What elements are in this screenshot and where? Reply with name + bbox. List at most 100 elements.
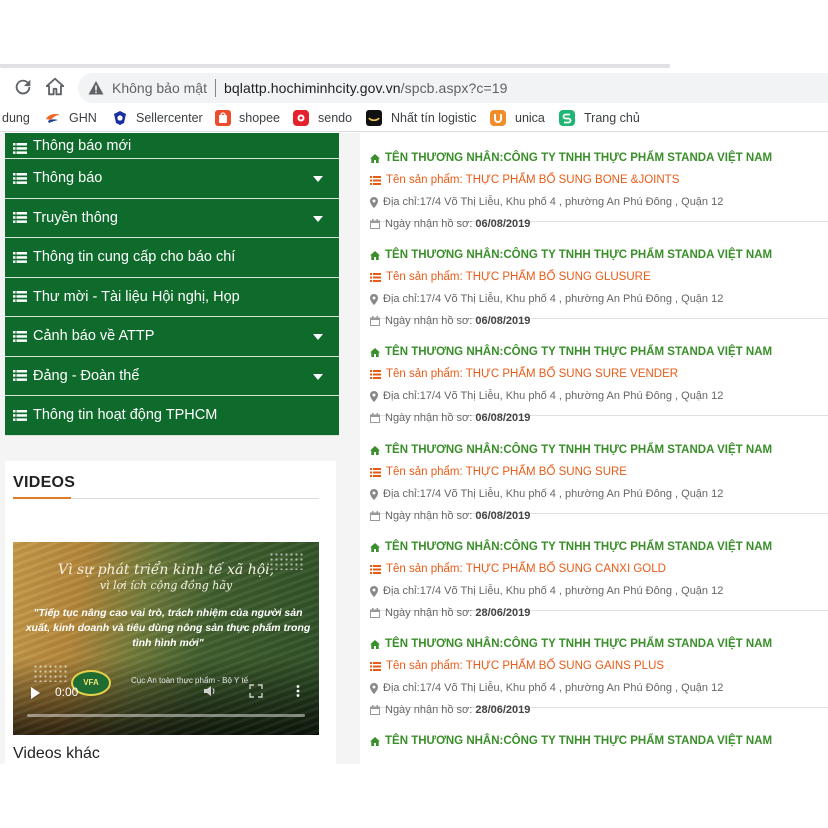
bookmark-dung[interactable]: dung xyxy=(2,111,30,125)
bookmark-sellercenter[interactable]: Sellercenter xyxy=(136,111,203,125)
video-script-line1: Vì sự phát triển kinh tế xã hội, xyxy=(57,562,275,578)
map-marker-icon xyxy=(370,682,378,694)
bookmark-sendo[interactable]: sendo xyxy=(318,111,352,125)
address-prefix: Địa chỉ: xyxy=(383,390,420,402)
merchant-prefix: TÊN THƯƠNG NHÂN: xyxy=(385,152,504,164)
videos-panel: VIDEOS Vì sự phát triển kinh tế xã hội, … xyxy=(5,461,336,764)
product-entry[interactable]: TÊN THƯƠNG NHÂN: CÔNG TY TNHH THỰC PHẨM … xyxy=(370,708,828,764)
menu-item-canh-bao-attp[interactable]: Cảnh báo về ATTP xyxy=(5,317,339,357)
home-s-icon xyxy=(559,110,575,126)
product-name-line[interactable]: Tên sản phẩm: THỰC PHẨM BỔ SUNG BONE &JO… xyxy=(370,174,679,186)
merchant-line[interactable]: TÊN THƯƠNG NHÂN: CÔNG TY TNHH THỰC PHẨM … xyxy=(370,152,772,164)
list-icon xyxy=(13,330,27,342)
page-content: Thông báo mới Thông báo Truyền thông Thô… xyxy=(0,133,828,764)
bookmark-shopee[interactable]: shopee xyxy=(239,111,280,125)
warning-icon[interactable] xyxy=(88,80,104,96)
caret-down-icon[interactable] xyxy=(313,334,323,340)
merchant-prefix: TÊN THƯƠNG NHÂN: xyxy=(385,444,504,456)
menu-item-label: Truyền thông xyxy=(33,209,118,226)
column-gutter xyxy=(348,133,360,764)
fullscreen-icon[interactable] xyxy=(249,684,263,698)
merchant-prefix: TÊN THƯƠNG NHÂN: xyxy=(385,346,504,358)
menu-item-thong-tin-bao-chi[interactable]: Thông tin cung cấp cho báo chí xyxy=(5,238,339,278)
list-icon xyxy=(370,369,381,379)
product-name-prefix: Tên sản phẩm: xyxy=(386,466,463,478)
product-name-line[interactable]: Tên sản phẩm: THỰC PHẨM BỔ SUNG GAINS PL… xyxy=(370,660,664,672)
product-name-prefix: Tên sản phẩm: xyxy=(386,368,463,380)
address-prefix: Địa chỉ: xyxy=(383,293,420,305)
address-value: 17/4 Võ Thị Liễu, Khu phố 4 , phường An … xyxy=(419,196,724,208)
list-icon xyxy=(370,175,381,185)
shopee-icon xyxy=(215,110,231,126)
play-icon[interactable] xyxy=(31,687,40,699)
sellercenter-icon xyxy=(112,110,128,126)
address-line: Địa chỉ: 17/4 Võ Thị Liễu, Khu phố 4 , p… xyxy=(370,488,723,500)
security-label[interactable]: Không bảo mật xyxy=(112,80,207,96)
caret-down-icon[interactable] xyxy=(313,176,323,182)
product-entry[interactable]: TÊN THƯƠNG NHÂN: CÔNG TY TNHH THỰC PHẨM … xyxy=(370,417,828,522)
map-marker-icon xyxy=(370,585,378,597)
map-marker-icon xyxy=(370,293,378,305)
bookmark-unica[interactable]: unica xyxy=(515,111,545,125)
bookmarks-bar: dung GHN Sellercenter shopee sendo Nhất … xyxy=(0,106,828,132)
video-credit: Cục An toàn thực phẩm - Bộ Y tế xyxy=(131,676,249,685)
merchant-prefix: TÊN THƯƠNG NHÂN: xyxy=(385,735,504,747)
product-name-line[interactable]: Tên sản phẩm: THỰC PHẨM BỔ SUNG SURE VEN… xyxy=(370,368,678,380)
menu-item-thong-tin-hoat-dong[interactable]: Thông tin hoạt động TPHCM xyxy=(5,396,339,436)
product-entry[interactable]: TÊN THƯƠNG NHÂN: CÔNG TY TNHH THỰC PHẨM … xyxy=(370,222,828,327)
tab-strip xyxy=(0,0,828,70)
more-options-icon[interactable] xyxy=(291,684,305,698)
product-name-line[interactable]: Tên sản phẩm: THỰC PHẨM BỔ SUNG CANXI GO… xyxy=(370,563,666,575)
list-icon xyxy=(13,409,27,421)
merchant-line[interactable]: TÊN THƯƠNG NHÂN: CÔNG TY TNHH THỰC PHẨM … xyxy=(370,249,772,261)
bookmark-nhattin[interactable]: Nhất tín logistic xyxy=(391,111,476,125)
address-prefix: Địa chỉ: xyxy=(383,488,420,500)
video-progress-bar[interactable] xyxy=(27,714,305,717)
list-icon xyxy=(13,212,27,224)
product-name-line[interactable]: Tên sản phẩm: THỰC PHẨM BỔ SUNG GLUSURE xyxy=(370,271,651,283)
product-entry[interactable]: TÊN THƯƠNG NHÂN: CÔNG TY TNHH THỰC PHẨM … xyxy=(370,514,828,619)
address-prefix: Địa chỉ: xyxy=(383,585,420,597)
address-prefix: Địa chỉ: xyxy=(383,196,420,208)
tab-strip-edge xyxy=(0,64,670,68)
video-script-line2: vì lợi ích cộng đồng hãy xyxy=(99,579,233,592)
menu-item-thong-bao[interactable]: Thông báo xyxy=(5,159,339,199)
url-text[interactable]: bqlattp.hochiminhcity.gov.vn/spcb.aspx?c… xyxy=(224,80,508,96)
merchant-line[interactable]: TÊN THƯƠNG NHÂN: CÔNG TY TNHH THỰC PHẨM … xyxy=(370,346,772,358)
menu-item-dang-doan-the[interactable]: Đảng - Đoàn thể xyxy=(5,356,339,396)
merchant-line[interactable]: TÊN THƯƠNG NHÂN: CÔNG TY TNHH THỰC PHẨM … xyxy=(370,638,772,650)
caret-down-icon[interactable] xyxy=(313,215,323,222)
reload-icon[interactable] xyxy=(12,76,36,100)
volume-icon[interactable] xyxy=(203,684,217,698)
sidebar-menu: Thông báo mới Thông báo Truyền thông Thô… xyxy=(5,133,339,436)
merchant-name: CÔNG TY TNHH THỰC PHẨM STANDA VIỆT NAM xyxy=(503,541,773,553)
caret-down-icon[interactable] xyxy=(313,373,323,380)
menu-item-label: Thư mời - Tài liệu Hội nghị, Họp xyxy=(33,288,240,305)
map-marker-icon xyxy=(370,196,378,208)
address-value: 17/4 Võ Thị Liễu, Khu phố 4 , phường An … xyxy=(419,488,724,500)
product-name-line[interactable]: Tên sản phẩm: THỰC PHẨM BỔ SUNG SURE xyxy=(370,466,627,478)
videos-more-link[interactable]: Videos khác xyxy=(13,745,100,763)
merchant-line[interactable]: TÊN THƯƠNG NHÂN: CÔNG TY TNHH THỰC PHẨM … xyxy=(370,541,772,553)
merchant-line[interactable]: TÊN THƯƠNG NHÂN: CÔNG TY TNHH THỰC PHẨM … xyxy=(370,735,772,747)
address-bar[interactable]: Không bảo mật bqlattp.hochiminhcity.gov.… xyxy=(78,73,828,103)
menu-item-thu-moi[interactable]: Thư mời - Tài liệu Hội nghị, Họp xyxy=(5,277,339,317)
home-icon xyxy=(370,445,380,455)
merchant-line[interactable]: TÊN THƯƠNG NHÂN: CÔNG TY TNHH THỰC PHẨM … xyxy=(370,444,772,456)
bookmark-ghn[interactable]: GHN xyxy=(69,111,97,125)
home-icon[interactable] xyxy=(44,76,68,100)
merchant-prefix: TÊN THƯƠNG NHÂN: xyxy=(385,249,504,261)
merchant-prefix: TÊN THƯƠNG NHÂN: xyxy=(385,638,504,650)
product-entry[interactable]: TÊN THƯƠNG NHÂN: CÔNG TY TNHH THỰC PHẨM … xyxy=(370,611,828,716)
bookmark-trang-chu[interactable]: Trang chủ xyxy=(584,111,640,125)
menu-item-thong-bao-moi[interactable]: Thông báo mới xyxy=(5,133,339,159)
merchant-name: CÔNG TY TNHH THỰC PHẨM STANDA VIỆT NAM xyxy=(503,152,773,164)
menu-item-truyen-thong[interactable]: Truyền thông xyxy=(5,198,339,238)
video-player[interactable]: Vì sự phát triển kinh tế xã hội, vì lợi … xyxy=(13,542,319,735)
video-quote: "Tiếp tục nâng cao vai trò, trách nhiệm … xyxy=(25,607,311,649)
product-entry[interactable]: TÊN THƯƠNG NHÂN: CÔNG TY TNHH THỰC PHẨM … xyxy=(370,319,828,424)
address-line: Địa chỉ: 17/4 Võ Thị Liễu, Khu phố 4 , p… xyxy=(370,390,723,402)
product-entry[interactable]: TÊN THƯƠNG NHÂN: CÔNG TY TNHH THỰC PHẨM … xyxy=(370,133,828,230)
product-name-prefix: Tên sản phẩm: xyxy=(386,271,463,283)
video-script-text: Vì sự phát triển kinh tế xã hội, vì lợi … xyxy=(13,562,319,594)
